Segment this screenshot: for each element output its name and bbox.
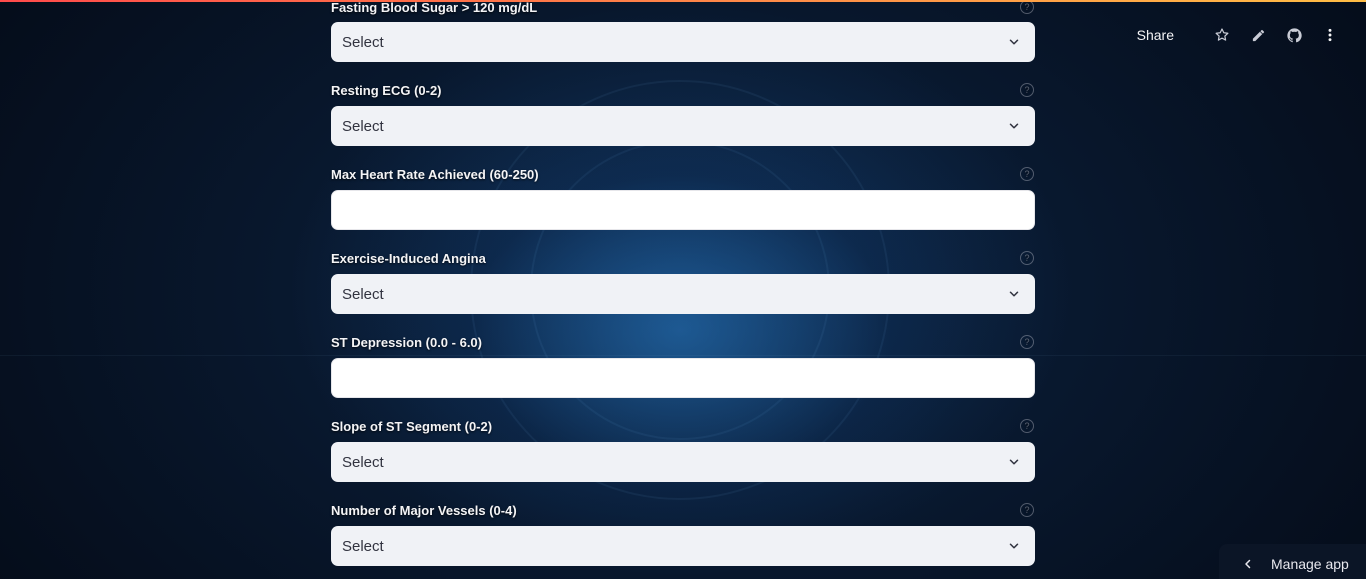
manage-app-label: Manage app xyxy=(1271,556,1349,572)
chevron-down-icon xyxy=(1007,119,1021,133)
manage-app-button[interactable]: Manage app xyxy=(1219,544,1366,579)
help-icon[interactable]: ? xyxy=(1020,335,1034,349)
field-label: Slope of ST Segment (0-2) ? xyxy=(331,417,1035,435)
help-icon[interactable]: ? xyxy=(1020,83,1034,97)
max-heart-rate-label: Max Heart Rate Achieved (60-250) xyxy=(331,166,539,182)
help-icon[interactable]: ? xyxy=(1020,251,1034,265)
resting-ecg-label: Resting ECG (0-2) xyxy=(331,82,442,98)
field-label: Number of Major Vessels (0-4) ? xyxy=(331,501,1035,519)
help-icon[interactable]: ? xyxy=(1020,503,1034,517)
background-ecg-line xyxy=(0,355,1366,356)
st-depression-label: ST Depression (0.0 - 6.0) xyxy=(331,334,482,350)
chevron-left-icon xyxy=(1242,557,1254,571)
exercise-induced-angina-label: Exercise-Induced Angina xyxy=(331,250,486,266)
chevron-down-icon xyxy=(1007,287,1021,301)
github-icon[interactable] xyxy=(1284,24,1304,46)
pencil-icon[interactable] xyxy=(1248,24,1268,46)
select-value: Select xyxy=(342,453,384,471)
select-value: Select xyxy=(342,117,384,135)
chevron-down-icon xyxy=(1007,455,1021,469)
select-value: Select xyxy=(342,285,384,303)
resting-ecg-select[interactable]: Select xyxy=(331,106,1035,146)
slope-st-segment-label: Slope of ST Segment (0-2) xyxy=(331,418,493,434)
top-decoration-bar xyxy=(0,0,1366,2)
chevron-down-icon xyxy=(1007,35,1021,49)
fasting-blood-sugar-select[interactable]: Select xyxy=(331,22,1035,62)
major-vessels-select[interactable]: Select xyxy=(331,526,1035,566)
select-value: Select xyxy=(342,537,384,555)
more-vertical-icon[interactable] xyxy=(1320,24,1340,46)
slope-st-segment-select[interactable]: Select xyxy=(331,442,1035,482)
field-label: Max Heart Rate Achieved (60-250) ? xyxy=(331,165,1035,183)
major-vessels-label: Number of Major Vessels (0-4) xyxy=(331,502,517,518)
star-icon[interactable] xyxy=(1212,24,1232,46)
max-heart-rate-input[interactable] xyxy=(331,190,1035,230)
help-icon[interactable]: ? xyxy=(1020,419,1034,433)
chevron-down-icon xyxy=(1007,539,1021,553)
field-label: Fasting Blood Sugar > 120 mg/dL ? xyxy=(331,0,1035,16)
help-icon[interactable]: ? xyxy=(1020,0,1034,14)
field-label: Resting ECG (0-2) ? xyxy=(331,81,1035,99)
field-label: Exercise-Induced Angina ? xyxy=(331,249,1035,267)
select-value: Select xyxy=(342,33,384,51)
exercise-induced-angina-select[interactable]: Select xyxy=(331,274,1035,314)
st-depression-input[interactable] xyxy=(331,358,1035,398)
app-toolbar: Share xyxy=(1137,24,1340,46)
share-button[interactable]: Share xyxy=(1137,27,1174,43)
field-label: ST Depression (0.0 - 6.0) ? xyxy=(331,333,1035,351)
fasting-blood-sugar-label: Fasting Blood Sugar > 120 mg/dL xyxy=(331,0,538,15)
help-icon[interactable]: ? xyxy=(1020,167,1034,181)
